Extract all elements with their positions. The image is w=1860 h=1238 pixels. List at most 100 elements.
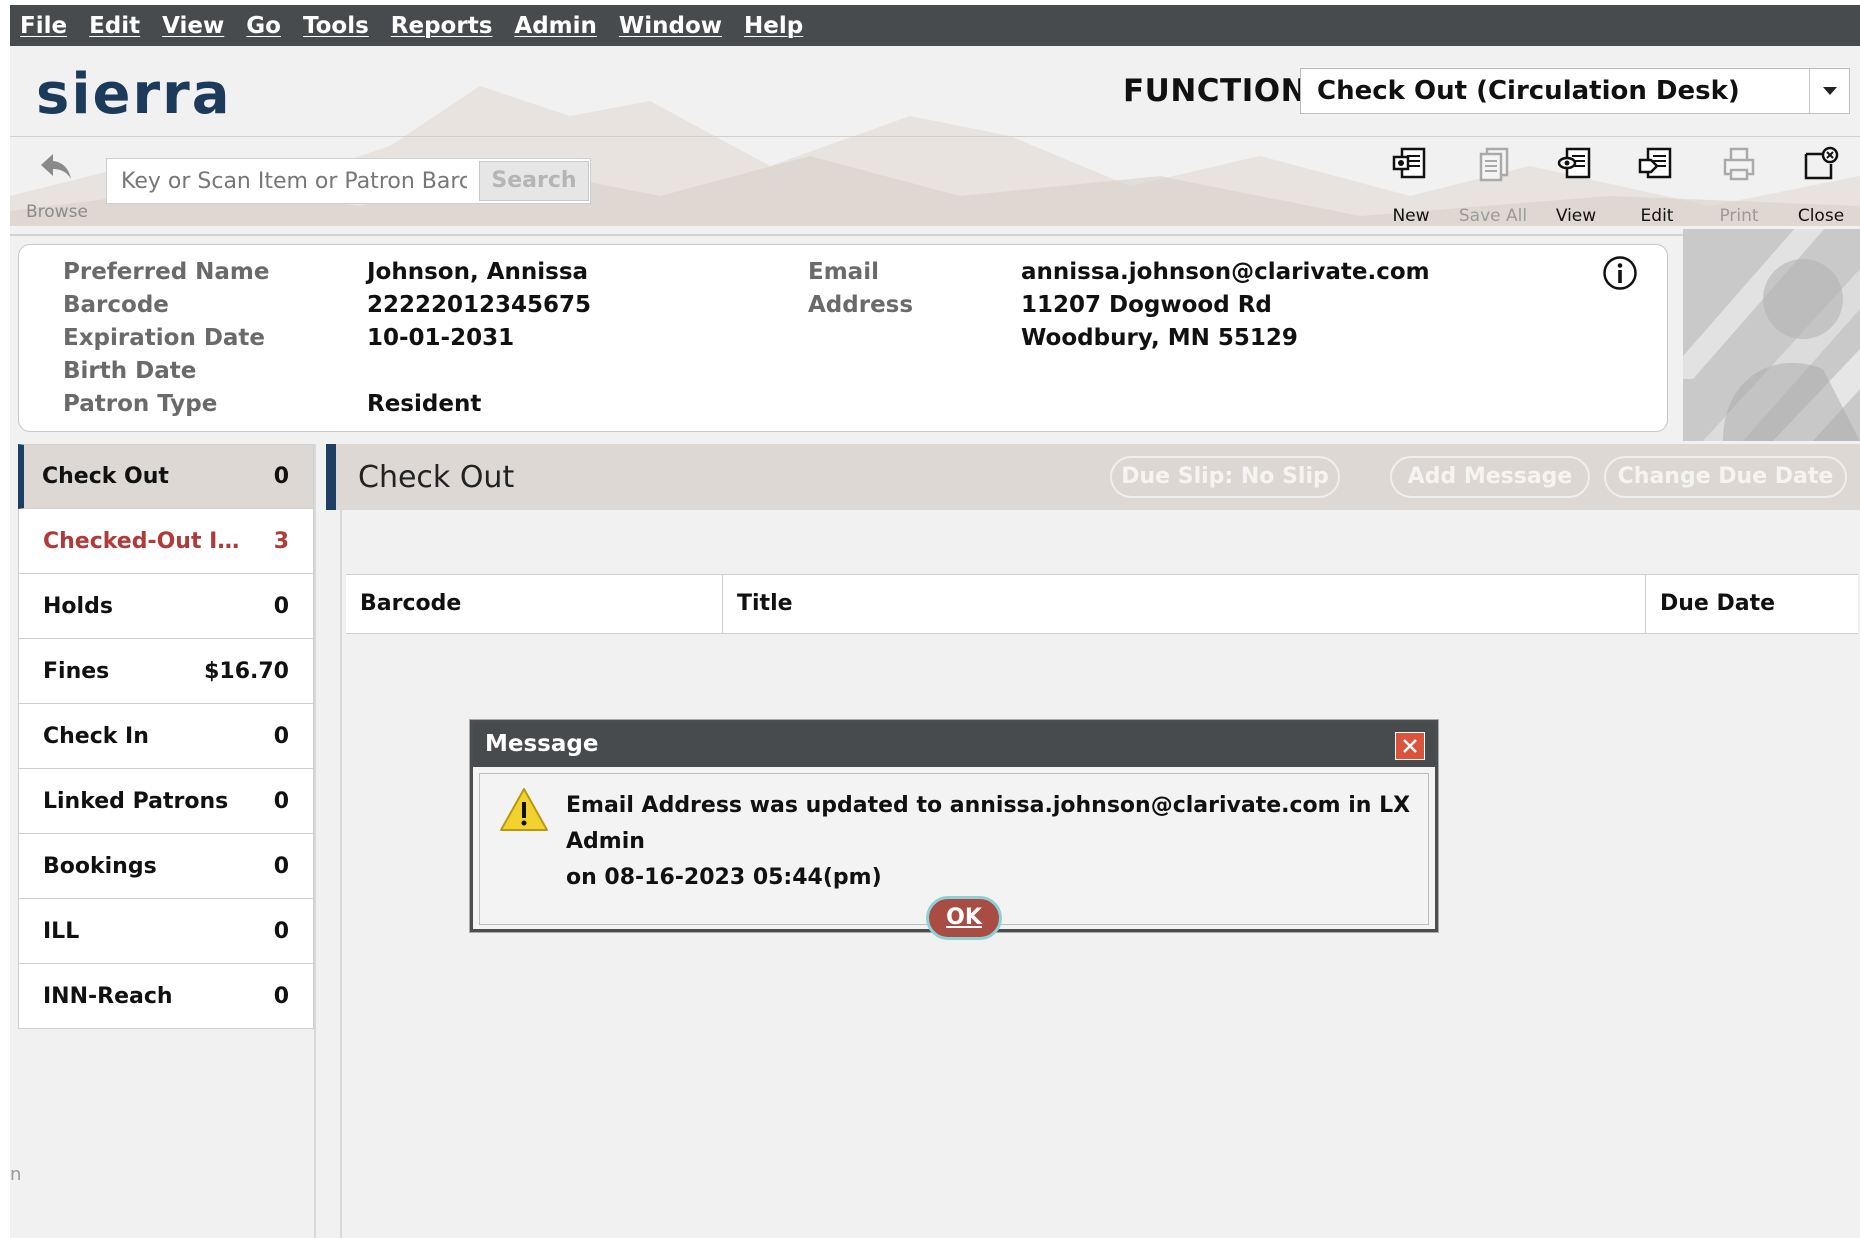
barcode-value: 22222012345675 xyxy=(367,292,592,318)
dialog-title: Message xyxy=(485,731,599,757)
edit-button[interactable]: Edit xyxy=(1617,146,1697,231)
address-line2-value: Woodbury, MN 55129 xyxy=(1021,325,1298,351)
nav-ill[interactable]: ILL 0 xyxy=(18,899,314,964)
browse-button[interactable]: Browse xyxy=(26,150,88,222)
menu-tools[interactable]: Tools xyxy=(303,13,369,39)
menu-view[interactable]: View xyxy=(162,13,224,39)
nav-inn-reach[interactable]: INN-Reach 0 xyxy=(18,964,314,1029)
nav-linked-patrons[interactable]: Linked Patrons 0 xyxy=(18,769,314,834)
new-label: New xyxy=(1392,206,1430,226)
new-button[interactable]: New xyxy=(1371,146,1451,231)
search-input[interactable] xyxy=(107,159,467,203)
function-selected-value: Check Out (Circulation Desk) xyxy=(1317,76,1740,106)
change-due-date-button[interactable]: Change Due Date xyxy=(1604,456,1847,498)
toolbar-divider xyxy=(10,234,1860,236)
save-all-button[interactable]: Save All xyxy=(1453,146,1533,231)
nav-label: Holds xyxy=(43,593,113,619)
save-all-icon xyxy=(1479,147,1509,182)
close-icon xyxy=(1403,739,1417,753)
patron-nav: Check Out 0 Checked-Out Ite... 3 Holds 0… xyxy=(18,444,314,1029)
expiration-date-label: Expiration Date xyxy=(63,325,266,351)
items-table-header: Barcode Title Due Date xyxy=(346,574,1858,634)
view-button[interactable]: View xyxy=(1536,146,1616,231)
menu-edit[interactable]: Edit xyxy=(89,13,140,39)
menu-bar: File Edit View Go Tools Reports Admin Wi… xyxy=(10,5,1860,46)
column-due-date[interactable]: Due Date xyxy=(1646,575,1856,633)
nav-count: 0 xyxy=(273,918,289,944)
nav-check-in[interactable]: Check In 0 xyxy=(18,704,314,769)
header-divider xyxy=(10,136,1860,137)
nav-label: Checked-Out Ite... xyxy=(43,528,243,554)
edit-label: Edit xyxy=(1640,206,1674,226)
nav-count: 0 xyxy=(273,788,289,814)
patron-photo xyxy=(1683,229,1860,441)
app-window: sierra FUNCTION Check Out (Circulation D… xyxy=(10,46,1860,1238)
back-arrow-icon xyxy=(41,154,71,179)
nav-count: 0 xyxy=(273,593,289,619)
email-value: annissa.johnson@clarivate.com xyxy=(1021,259,1430,285)
close-label: Close xyxy=(1797,206,1845,226)
dialog-content: Email Address was updated to annissa.joh… xyxy=(479,773,1429,940)
dialog-message-line1: Email Address was updated to annissa.joh… xyxy=(566,793,1411,854)
photo-placeholder-image xyxy=(1683,229,1860,441)
nav-bookings[interactable]: Bookings 0 xyxy=(18,834,314,899)
nav-divider xyxy=(314,444,316,1238)
nav-count: 0 xyxy=(273,983,289,1009)
nav-label: Fines xyxy=(43,658,110,684)
print-icon xyxy=(1723,147,1755,181)
nav-holds[interactable]: Holds 0 xyxy=(18,574,314,639)
dialog-message-line2: on 08-16-2023 05:44(pm) xyxy=(566,865,882,890)
email-label: Email xyxy=(808,259,879,285)
menu-go[interactable]: Go xyxy=(246,13,281,39)
menu-window[interactable]: Window xyxy=(619,13,722,39)
nav-checked-out-items[interactable]: Checked-Out Ite... 3 xyxy=(18,509,314,574)
add-message-button[interactable]: Add Message xyxy=(1390,456,1590,498)
print-button[interactable]: Print xyxy=(1699,146,1779,231)
barcode-label: Barcode xyxy=(63,292,169,318)
patron-type-value: Resident xyxy=(367,391,482,417)
nav-label: Check In xyxy=(43,723,149,749)
nav-label: ILL xyxy=(43,918,80,944)
column-title[interactable]: Title xyxy=(723,575,1623,633)
dialog-title-bar: Message xyxy=(473,723,1435,767)
function-label: FUNCTION xyxy=(1123,73,1308,109)
panel-title: Check Out xyxy=(358,460,515,495)
dialog-message: Email Address was updated to annissa.joh… xyxy=(566,788,1416,896)
address-line1-value: 11207 Dogwood Rd xyxy=(1021,292,1272,318)
sierra-logo: sierra xyxy=(36,62,232,127)
close-button[interactable]: Close xyxy=(1781,146,1860,231)
menu-admin[interactable]: Admin xyxy=(514,13,597,39)
menu-reports[interactable]: Reports xyxy=(391,13,493,39)
edge-fragment: n xyxy=(10,1164,22,1185)
dialog-close-button[interactable] xyxy=(1395,732,1425,760)
dropdown-arrow-icon[interactable] xyxy=(1809,69,1849,113)
ok-button[interactable]: OK xyxy=(926,896,1002,940)
nav-check-out[interactable]: Check Out 0 xyxy=(18,444,314,509)
patron-type-label: Patron Type xyxy=(63,391,218,417)
due-slip-button[interactable]: Due Slip: No Slip xyxy=(1110,456,1340,498)
patron-summary-card: Preferred Name Barcode Expiration Date B… xyxy=(18,244,1668,432)
nav-count: 3 xyxy=(273,528,289,554)
view-label: View xyxy=(1555,206,1597,226)
nav-count: 0 xyxy=(273,464,289,489)
menu-help[interactable]: Help xyxy=(744,13,803,39)
close-record-icon xyxy=(1804,146,1839,180)
nav-label: Linked Patrons xyxy=(43,788,229,814)
search-button[interactable]: Search xyxy=(479,161,589,201)
menu-file[interactable]: File xyxy=(20,13,67,39)
browse-label: Browse xyxy=(26,202,88,222)
nav-count: 0 xyxy=(273,723,289,749)
nav-count: 0 xyxy=(273,853,289,879)
info-icon[interactable] xyxy=(1602,255,1638,291)
birth-date-label: Birth Date xyxy=(63,358,197,384)
check-out-header: Check Out Due Slip: No Slip Add Message … xyxy=(326,444,1860,510)
view-record-icon xyxy=(1557,147,1591,179)
message-dialog: Message Email Address was updated to ann… xyxy=(470,720,1438,940)
function-select[interactable]: Check Out (Circulation Desk) xyxy=(1300,68,1850,114)
expiration-date-value: 10-01-2031 xyxy=(367,325,515,351)
save-all-label: Save All xyxy=(1458,206,1528,226)
nav-label: Check Out xyxy=(42,464,169,489)
preferred-name-label: Preferred Name xyxy=(63,259,270,285)
column-barcode[interactable]: Barcode xyxy=(346,575,720,633)
nav-fines[interactable]: Fines $16.70 xyxy=(18,639,314,704)
